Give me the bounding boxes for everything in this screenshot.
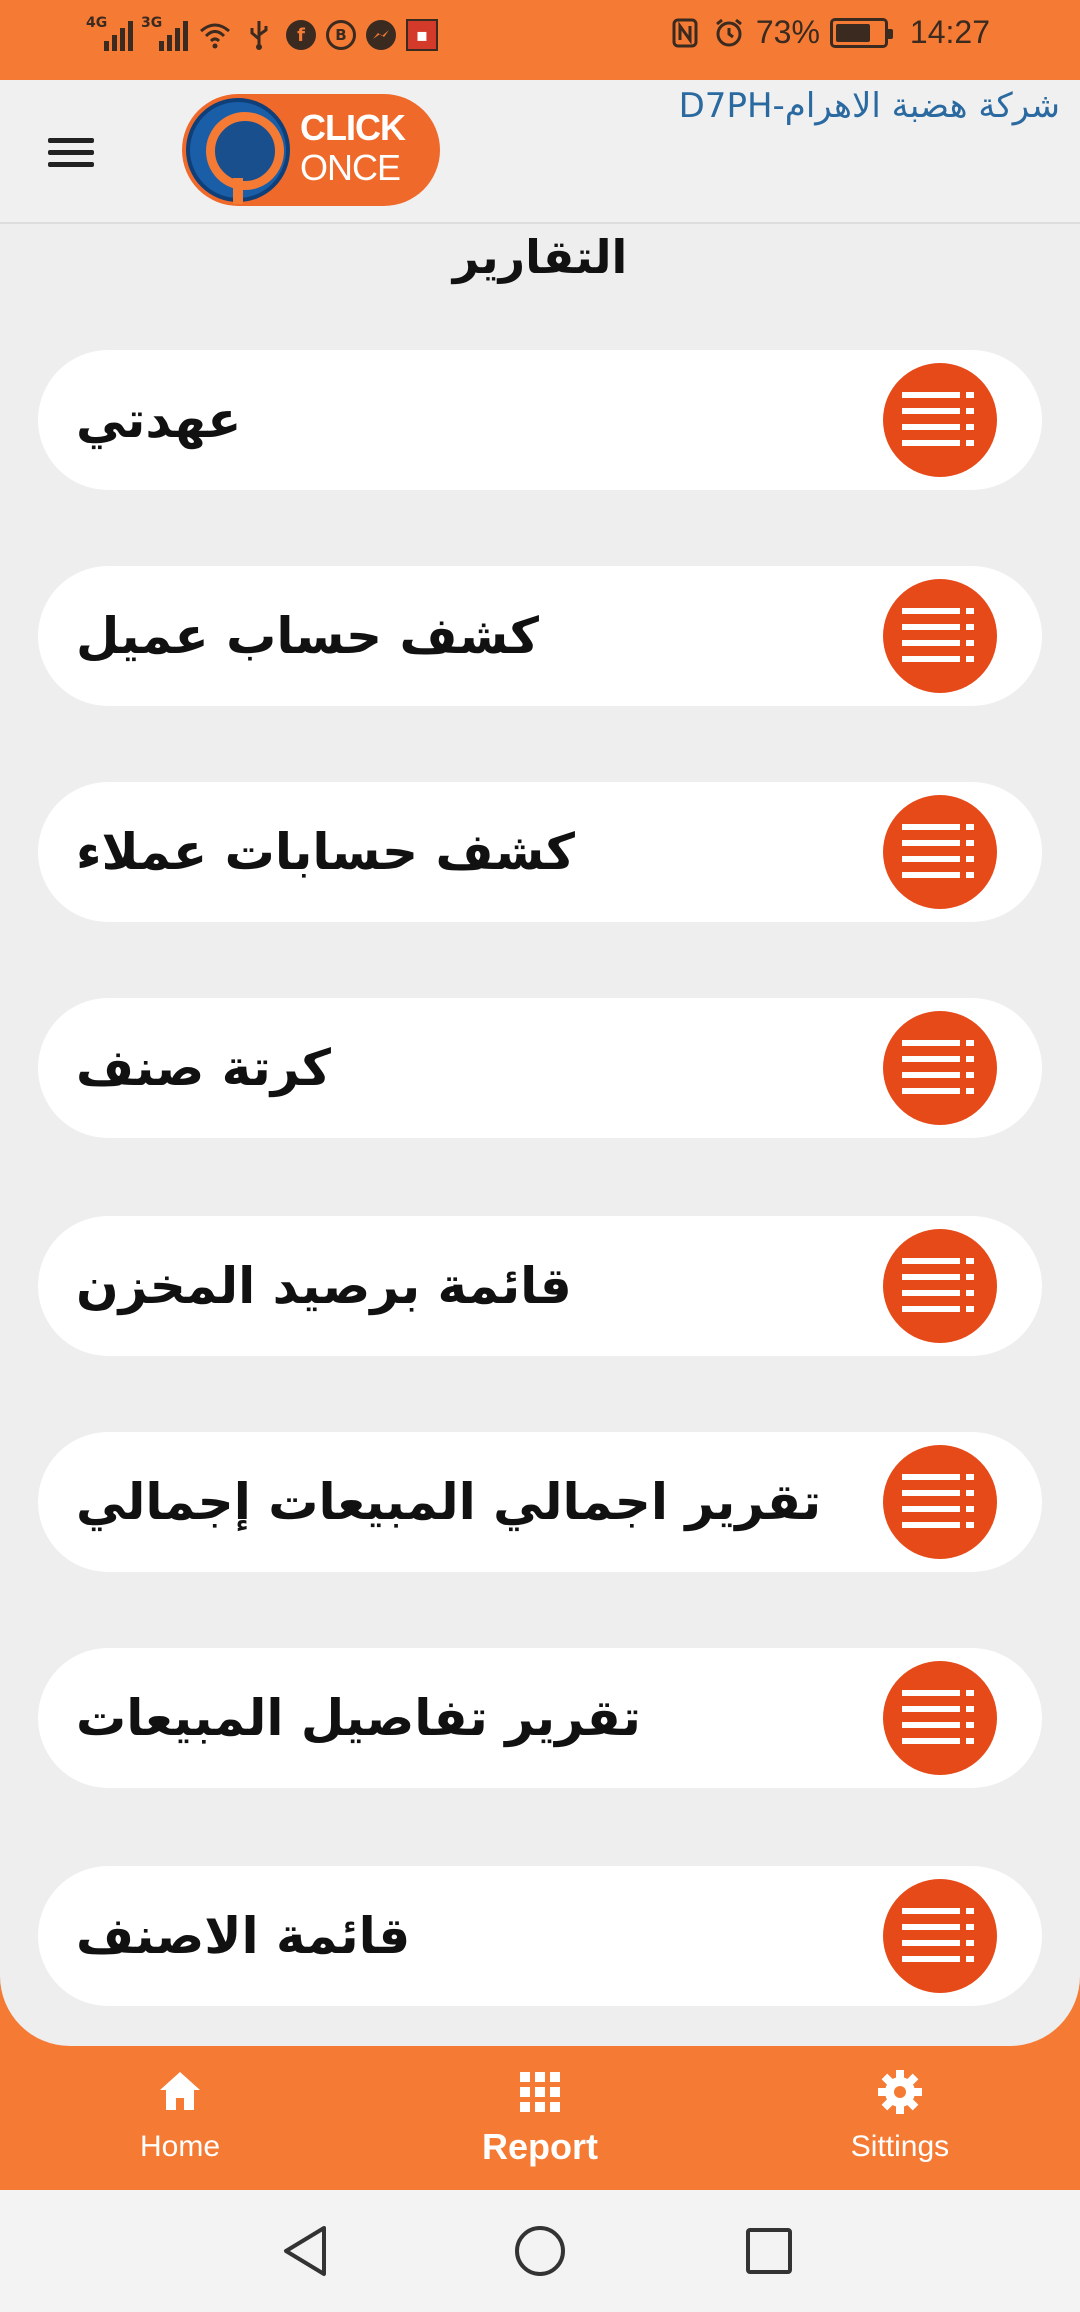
- report-item-label: قائمة الاصنف: [76, 1907, 411, 1965]
- list-icon: [883, 1011, 997, 1125]
- home-circle-icon[interactable]: [505, 2216, 575, 2286]
- messenger-icon: [366, 20, 396, 50]
- list-icon: [883, 1879, 997, 1993]
- usb-icon: [242, 18, 276, 52]
- system-nav-bar: [0, 2190, 1080, 2312]
- clock: 14:27: [909, 14, 990, 50]
- app-header: CLICK ONCE D7PH-شركة هضبة الاهرام: [0, 80, 1080, 224]
- list-icon: [883, 579, 997, 693]
- logo-text-line2: ONCE: [300, 147, 401, 188]
- signal-icon: 3G: [141, 15, 188, 51]
- page-title: التقارير: [452, 230, 628, 284]
- network-type-label: 3G: [141, 15, 163, 31]
- report-item-label: كرتة صنف: [76, 1039, 331, 1097]
- wifi-icon: [198, 18, 232, 52]
- home-icon: [160, 2072, 200, 2110]
- list-icon: [883, 1445, 997, 1559]
- company-name: D7PH-شركة هضبة الاهرام: [678, 86, 1060, 126]
- report-item-label: كشف حساب عميل: [76, 607, 539, 665]
- list-icon: [883, 363, 997, 477]
- status-icons-right: 73% 14:27: [668, 14, 990, 51]
- office-icon: ▪: [406, 19, 438, 51]
- alarm-icon: [712, 16, 746, 50]
- reports-content: التقارير عهدتي كشف حساب عميل كشف حسابات …: [0, 224, 1080, 2046]
- nav-settings-label: Sittings: [850, 2130, 950, 2163]
- facebook-icon: f: [286, 20, 316, 50]
- recents-square-icon[interactable]: [734, 2216, 804, 2286]
- nfc-icon: [668, 16, 702, 50]
- report-item-warehouse-balance[interactable]: قائمة برصيد المخزن: [38, 1216, 1042, 1356]
- list-icon: [883, 1661, 997, 1775]
- signal-icon: 4G: [86, 15, 133, 51]
- report-item-label: تقرير تفاصيل المبيعات: [76, 1689, 641, 1747]
- gear-icon: [878, 2070, 922, 2114]
- report-item-label: كشف حسابات عملاء: [76, 823, 575, 881]
- status-bar: 4G 3G f B ▪ 73% 14:27: [0, 0, 1080, 80]
- list-icon: [883, 795, 997, 909]
- nav-report[interactable]: Report: [440, 2046, 640, 2190]
- list-icon: [883, 1229, 997, 1343]
- nav-home-label: Home: [139, 2130, 221, 2163]
- report-item-sales-details[interactable]: تقرير تفاصيل المبيعات: [38, 1648, 1042, 1788]
- report-item-item-card[interactable]: كرتة صنف: [38, 998, 1042, 1138]
- logo-mark: [186, 98, 290, 204]
- bottom-nav: Home Report Sittings: [0, 2046, 1080, 2190]
- nav-settings[interactable]: Sittings: [800, 2046, 1000, 2190]
- logo-text: CLICK ONCE: [300, 107, 406, 188]
- report-item-my-custody[interactable]: عهدتي: [38, 350, 1042, 490]
- report-item-label: عهدتي: [76, 391, 242, 449]
- hamburger-menu-icon[interactable]: [40, 130, 102, 174]
- battery-percent: 73%: [755, 14, 820, 50]
- network-type-label: 4G: [86, 15, 108, 31]
- status-icons-left: 4G 3G f B ▪: [86, 15, 438, 52]
- report-item-customer-statement[interactable]: كشف حساب عميل: [38, 566, 1042, 706]
- grid-icon: [520, 2072, 560, 2112]
- nav-home[interactable]: Home: [80, 2046, 280, 2190]
- report-item-label: تقرير اجمالي المبيعات إجمالي: [76, 1473, 822, 1531]
- report-item-items-list[interactable]: قائمة الاصنف: [38, 1866, 1042, 2006]
- battery-icon: [829, 17, 893, 48]
- click-once-logo: CLICK ONCE: [182, 94, 440, 206]
- nav-report-label: Report: [482, 2126, 598, 2167]
- b-app-icon: B: [326, 20, 356, 50]
- logo-text-line1: CLICK: [300, 107, 406, 148]
- back-icon[interactable]: [272, 2216, 342, 2286]
- report-item-customers-statements[interactable]: كشف حسابات عملاء: [38, 782, 1042, 922]
- report-item-sales-total[interactable]: تقرير اجمالي المبيعات إجمالي: [38, 1432, 1042, 1572]
- report-item-label: قائمة برصيد المخزن: [76, 1257, 572, 1315]
